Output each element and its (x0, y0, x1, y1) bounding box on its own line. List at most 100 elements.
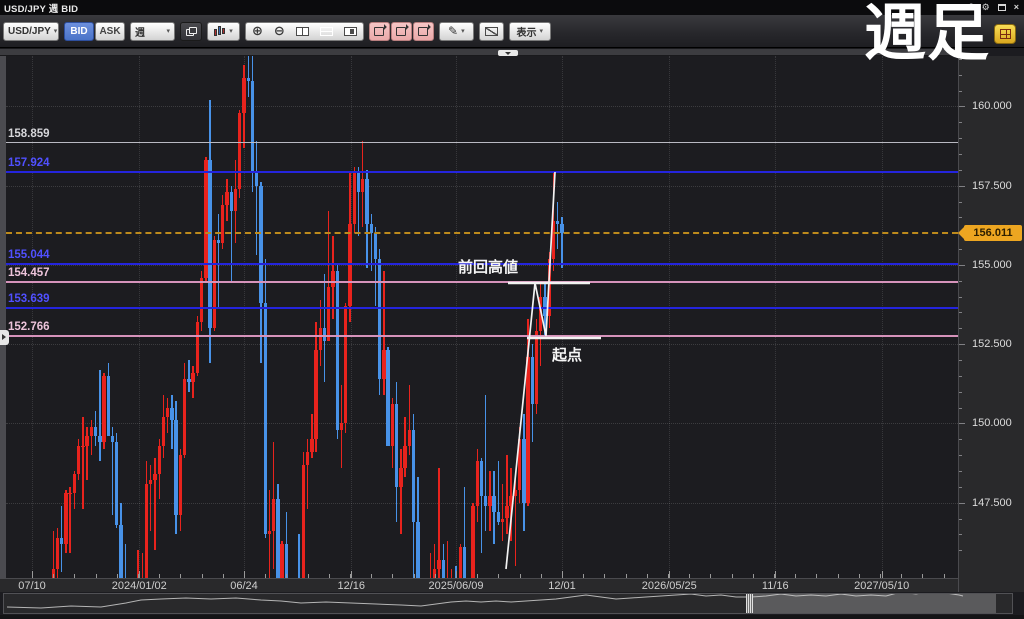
x-axis-major-tick (669, 571, 670, 578)
h-gridline (6, 186, 958, 187)
y-axis-tick (959, 487, 962, 488)
price-axis[interactable]: 160.000157.500155.000152.500150.000147.5… (958, 56, 1024, 592)
candle (68, 493, 71, 494)
candle (539, 297, 542, 332)
candlestick-chart[interactable]: 158.859157.924155.044154.457153.639152.7… (6, 56, 958, 578)
x-axis-label: 2027/05/10 (854, 580, 909, 592)
help-icon[interactable]: ? (969, 2, 974, 12)
candle (514, 490, 517, 496)
candle (522, 439, 525, 502)
candle-wick (502, 484, 503, 541)
currency-pair-select[interactable]: USD/JPY ▾ (3, 22, 59, 41)
chevron-down-icon: ▾ (461, 27, 465, 35)
display-menu-label: 表示 (517, 24, 537, 39)
candle (73, 474, 76, 493)
close-icon[interactable]: × (1014, 2, 1019, 12)
bottom-strip (0, 615, 1024, 619)
bid-button[interactable]: BID (64, 22, 94, 41)
chart-toolbar: USD/JPY ▾ BID ASK 週 ▾ ▾ ⊕ ⊖ (0, 15, 1024, 48)
timeframe-select[interactable]: 週 ▾ (130, 22, 175, 41)
candle (391, 404, 394, 445)
display-menu-button[interactable]: 表示 ▾ (509, 22, 551, 41)
candle-wick (99, 370, 100, 462)
maximize-icon[interactable] (998, 4, 1006, 11)
candle (365, 179, 368, 223)
history-navigator[interactable] (3, 593, 1013, 614)
x-axis-label: 07/10 (18, 580, 46, 592)
x-axis-label: 2025/06/09 (428, 580, 483, 592)
candle (399, 468, 402, 487)
candle (386, 350, 389, 445)
order-tool-button-2[interactable] (391, 22, 412, 41)
h-gridline (6, 106, 958, 107)
candle (272, 499, 275, 531)
chart-layout-button[interactable] (994, 24, 1016, 44)
x-axis-label: 2024/01/02 (112, 580, 167, 592)
y-axis-tick (959, 360, 962, 361)
pane-split-button[interactable] (291, 23, 314, 40)
y-axis-tick (959, 170, 962, 171)
indicator-button[interactable] (479, 22, 504, 41)
candle (238, 113, 241, 189)
chart-type-button[interactable]: ▾ (207, 22, 240, 41)
candle (492, 496, 495, 512)
candle (255, 173, 258, 186)
compare-symbol-button[interactable] (180, 22, 202, 41)
candle (56, 538, 59, 570)
settings-gear-icon[interactable]: ⚙ (982, 2, 990, 12)
x-axis-major-tick (351, 571, 352, 578)
candle (476, 461, 479, 505)
y-axis-tick (959, 534, 962, 535)
price-line-152.766[interactable] (6, 335, 958, 337)
candle (348, 224, 351, 306)
price-line-153.639[interactable] (6, 307, 958, 309)
order-tool-button-1[interactable] (369, 22, 390, 41)
candle (191, 373, 194, 383)
x-axis-major-tick (139, 571, 140, 578)
y-axis-tick (959, 408, 962, 409)
x-axis-label: 11/16 (762, 580, 789, 592)
candle (234, 189, 237, 211)
candle (196, 322, 199, 373)
x-axis-major-tick (456, 571, 457, 578)
candle (81, 446, 84, 447)
price-line-154.457[interactable] (6, 281, 958, 283)
left-panel-expand-tab[interactable] (0, 330, 9, 345)
price-line-158.859[interactable] (6, 142, 958, 144)
candle (526, 357, 529, 503)
time-axis[interactable]: 07/102024/01/0206/2412/162025/06/0912/01… (0, 578, 958, 592)
candle (119, 525, 122, 578)
currency-pair-value: USD/JPY (8, 26, 51, 37)
candle-wick (256, 141, 257, 255)
scroll-to-latest-button[interactable] (339, 23, 362, 40)
price-line-157.924[interactable] (6, 171, 958, 173)
candle-wick (192, 366, 193, 398)
y-axis-tick (959, 265, 965, 266)
draw-tool-button[interactable]: ✎ ▾ (439, 22, 474, 41)
zoom-out-button[interactable]: ⊖ (269, 23, 290, 40)
candle (310, 439, 313, 452)
price-line-label: 158.859 (8, 128, 50, 140)
order-tool-button-3[interactable] (413, 22, 434, 41)
x-axis-major-tick (32, 571, 33, 578)
y-axis-tick (959, 75, 962, 76)
bid-ask-toggle: BID ASK (64, 22, 125, 41)
candle-wick (298, 534, 299, 578)
navigator-handle[interactable] (746, 594, 753, 613)
navigator-selected-window[interactable] (753, 594, 996, 613)
candle (107, 376, 110, 436)
candle (162, 417, 165, 446)
chevron-down-icon: ▾ (54, 27, 58, 35)
candle (85, 436, 88, 446)
square-arrow-icon (418, 27, 428, 36)
y-axis-tick (959, 423, 965, 424)
ask-button[interactable]: ASK (95, 22, 125, 41)
candle (319, 328, 322, 350)
chevron-down-icon: ▾ (229, 27, 233, 35)
candle (60, 538, 63, 544)
pencil-icon: ✎ (448, 24, 458, 38)
candle (276, 499, 279, 578)
candle (90, 427, 93, 437)
zoom-in-button[interactable]: ⊕ (247, 23, 268, 40)
auto-scale-button[interactable] (315, 23, 338, 40)
